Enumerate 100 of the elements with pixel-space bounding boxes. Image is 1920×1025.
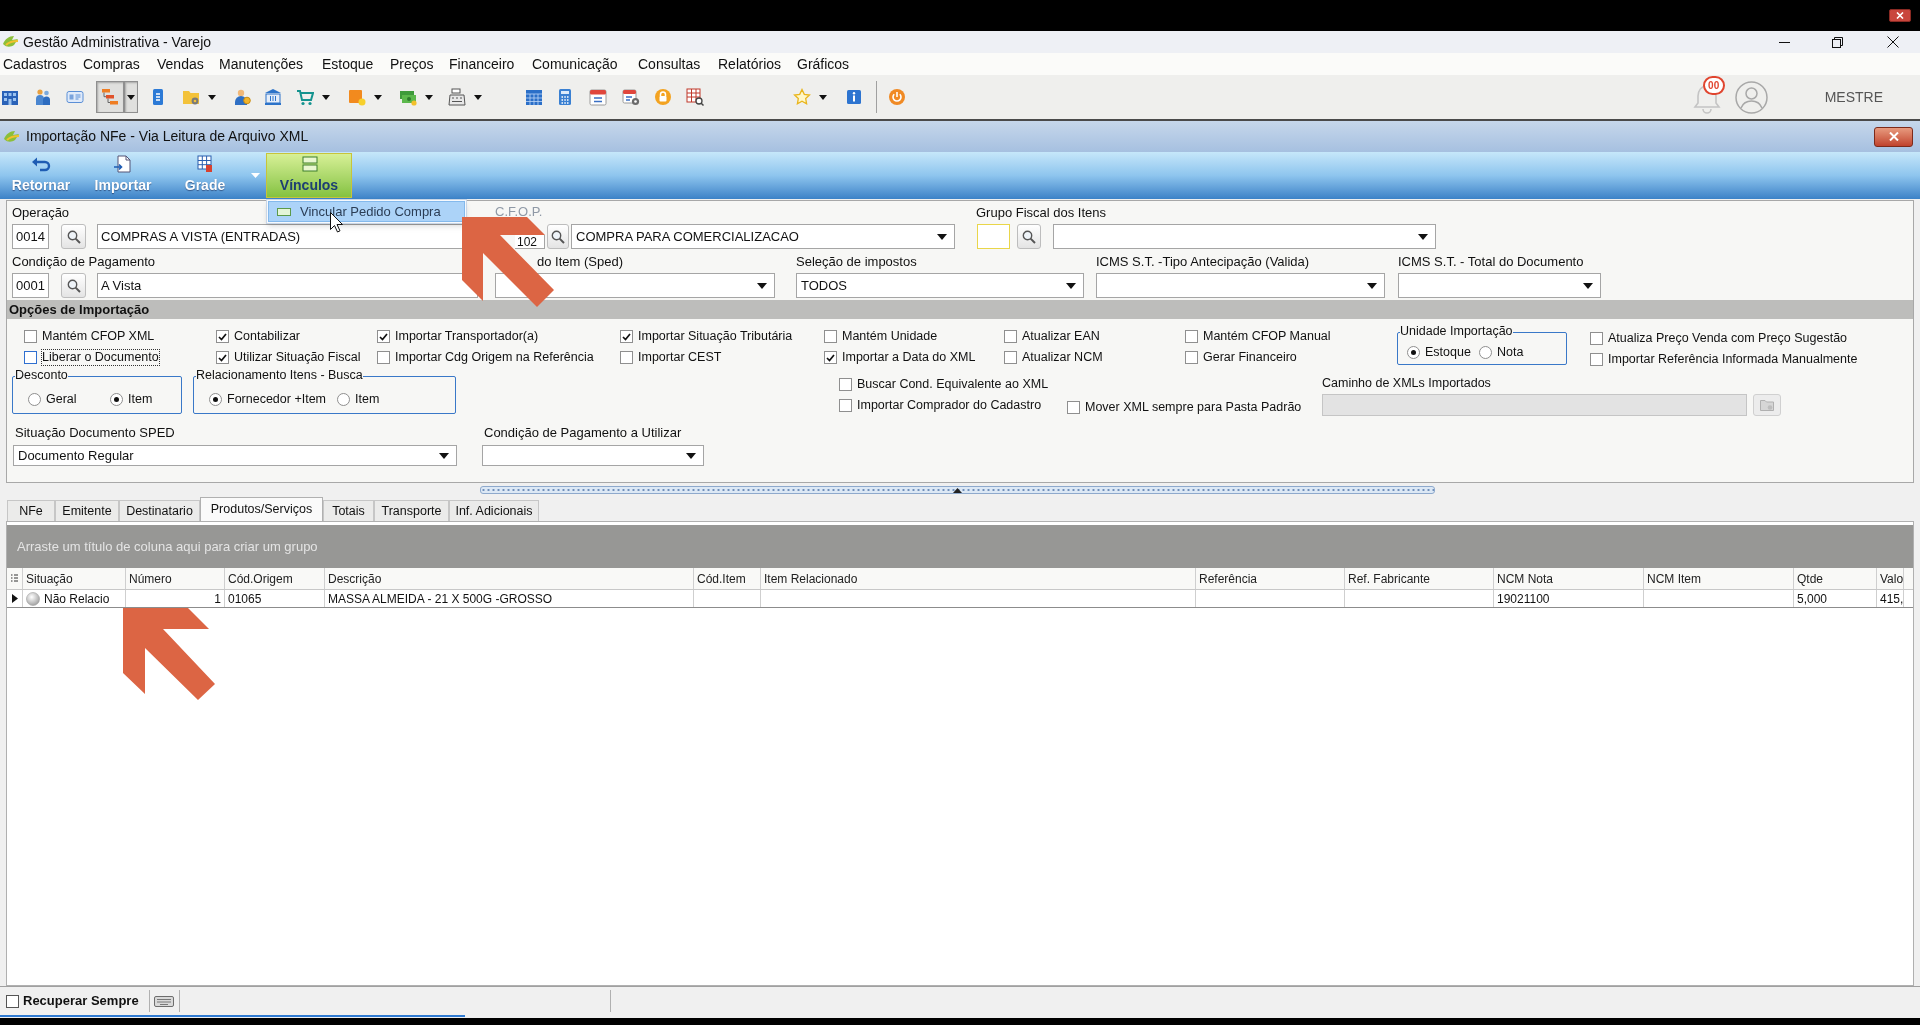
column-header[interactable]: NCM Nota xyxy=(1494,568,1644,589)
column-header[interactable]: Situação xyxy=(23,568,126,589)
checkbox[interactable] xyxy=(216,351,229,364)
search-button[interactable] xyxy=(61,273,86,298)
checkbox[interactable] xyxy=(1590,332,1603,345)
column-header[interactable]: Ref. Fabricante xyxy=(1345,568,1494,589)
column-header[interactable]: Descrição xyxy=(325,568,694,589)
calendar-gear-icon xyxy=(622,88,640,106)
checkbox[interactable] xyxy=(1004,351,1017,364)
search-icon xyxy=(66,278,81,293)
column-header[interactable]: Referência xyxy=(1196,568,1345,589)
checkbox-label: Contabilizar xyxy=(234,329,300,344)
dropdown-field[interactable] xyxy=(1053,224,1436,249)
money-icon xyxy=(399,88,417,106)
checkbox[interactable] xyxy=(620,351,633,364)
close-button[interactable] xyxy=(1874,126,1913,147)
radio-button[interactable] xyxy=(28,392,41,406)
tab[interactable]: Transporte xyxy=(374,500,449,521)
code-field[interactable]: 0014 xyxy=(12,224,49,249)
path-field[interactable] xyxy=(1322,394,1747,416)
radio-button[interactable] xyxy=(209,392,222,406)
checkbox[interactable] xyxy=(1590,353,1603,366)
code-field[interactable]: 102 xyxy=(515,235,545,249)
checkbox[interactable] xyxy=(24,330,37,343)
search-button[interactable] xyxy=(547,224,569,249)
cash-register-icon xyxy=(448,88,466,106)
code-field[interactable]: 0001 xyxy=(12,273,49,298)
radio-button[interactable] xyxy=(1407,345,1420,359)
search-button[interactable] xyxy=(61,224,86,249)
field-label: Operação xyxy=(12,204,70,222)
menu-item[interactable]: Vincular Pedido Compra xyxy=(268,201,465,222)
dropdown-field[interactable] xyxy=(1398,273,1601,298)
dropdown-field[interactable]: COMPRA PARA COMERCIALIZACAO xyxy=(571,224,955,249)
checkbox[interactable] xyxy=(1004,330,1017,343)
checkbox[interactable] xyxy=(824,351,837,364)
folder-button[interactable] xyxy=(1753,394,1781,416)
checkbox[interactable] xyxy=(1067,401,1080,414)
radio-button[interactable] xyxy=(1479,345,1492,359)
grid-icon xyxy=(195,155,215,173)
column-header[interactable]: Qtde xyxy=(1794,568,1877,589)
column-chooser-icon xyxy=(11,573,18,584)
lock-icon xyxy=(654,88,672,106)
radio-button[interactable] xyxy=(110,392,123,406)
table-cell-text: 01065 xyxy=(228,590,262,608)
text-field[interactable]: A Vista xyxy=(97,273,478,298)
code-field[interactable] xyxy=(977,224,1010,249)
search-button[interactable] xyxy=(1017,224,1041,249)
star-icon xyxy=(793,88,811,106)
column-header[interactable]: Número xyxy=(126,568,225,589)
menu-item[interactable]: Cadastros xyxy=(3,53,67,75)
menu-item[interactable]: Consultas xyxy=(638,53,701,75)
column-header[interactable]: NCM Item xyxy=(1644,568,1794,589)
tab[interactable]: Destinatario xyxy=(119,500,200,521)
ribbon-button[interactable]: Vínculos xyxy=(266,153,352,198)
checkbox[interactable] xyxy=(824,330,837,343)
checkbox[interactable] xyxy=(377,351,390,364)
caret-icon xyxy=(374,94,382,100)
checkbox[interactable] xyxy=(6,994,19,1008)
tab[interactable]: Produtos/Serviços xyxy=(200,497,323,521)
dropdown-field[interactable]: TODOS xyxy=(796,273,1084,298)
dropdown-field[interactable]: Documento Regular xyxy=(13,445,457,466)
folder-gear-icon xyxy=(182,88,200,106)
field-label: C.F.O.P. xyxy=(495,205,543,218)
checkbox[interactable] xyxy=(1185,330,1198,343)
tab[interactable]: Inf. Adicionais xyxy=(449,500,539,521)
dropdown-field[interactable] xyxy=(482,445,704,466)
tab[interactable]: Totais xyxy=(323,500,374,521)
column-header[interactable]: Item Relacionado xyxy=(761,568,1196,589)
checkbox[interactable] xyxy=(839,378,852,391)
radio-label: Fornecedor +Item xyxy=(227,390,326,408)
checkbox[interactable] xyxy=(24,351,37,364)
menu-item[interactable]: Comunicação xyxy=(532,53,618,75)
close-button[interactable] xyxy=(1889,9,1911,22)
checkbox[interactable] xyxy=(620,330,633,343)
column-header[interactable]: Cód.Item xyxy=(694,568,761,589)
checkbox[interactable] xyxy=(216,330,229,343)
dropdown-field[interactable] xyxy=(1096,273,1385,298)
checkbox[interactable] xyxy=(377,330,390,343)
menu-item[interactable]: Relatórios xyxy=(718,53,782,75)
checkbox[interactable] xyxy=(1185,351,1198,364)
menu-item[interactable]: Manutenções xyxy=(219,53,304,75)
caret-icon xyxy=(1583,282,1593,289)
menu-item[interactable]: Estoque xyxy=(322,53,374,75)
caret-icon xyxy=(250,173,260,178)
column-header[interactable]: Valo xyxy=(1877,568,1904,589)
radio-label: Item xyxy=(355,390,380,408)
dropdown-button[interactable] xyxy=(124,81,138,113)
menu-item[interactable]: Compras xyxy=(83,53,140,75)
menu-item[interactable]: Vendas xyxy=(157,53,204,75)
menu-item[interactable]: Preços xyxy=(390,53,434,75)
checkbox[interactable] xyxy=(839,399,852,412)
power-icon xyxy=(888,88,906,106)
menu-item[interactable]: Financeiro xyxy=(449,53,515,75)
menu-item[interactable]: Gráficos xyxy=(797,53,850,75)
splitter-grip[interactable] xyxy=(480,486,1435,494)
radio-button[interactable] xyxy=(337,392,350,406)
tab[interactable]: NFe xyxy=(7,500,55,521)
caret-icon xyxy=(937,233,947,240)
tab[interactable]: Emitente xyxy=(55,500,119,521)
column-header[interactable]: Cód.Origem xyxy=(225,568,325,589)
